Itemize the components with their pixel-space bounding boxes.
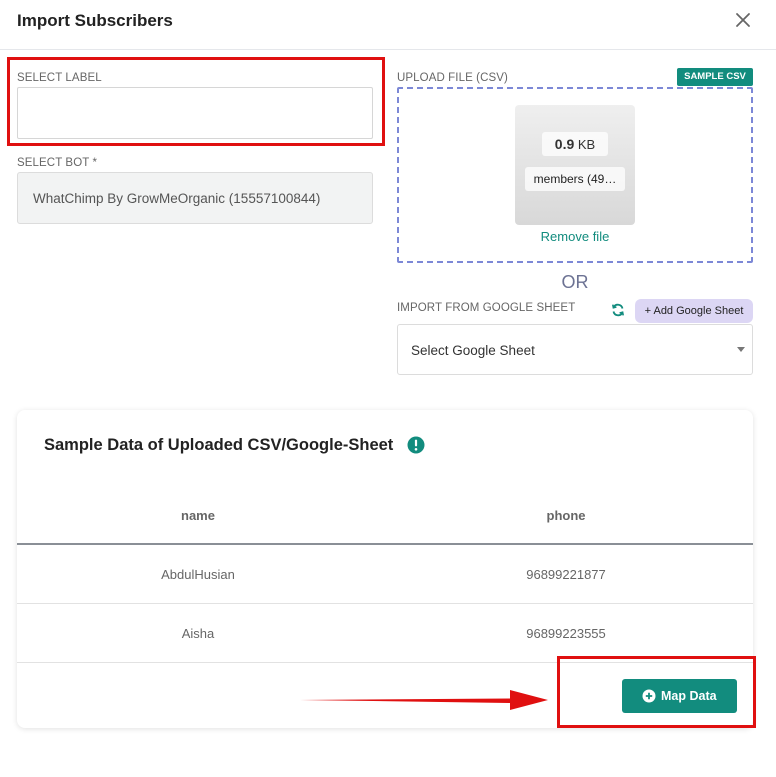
google-sheet-select[interactable]: Select Google Sheet — [397, 324, 753, 375]
file-name: members (49… — [525, 167, 625, 191]
plus-circle-icon — [642, 689, 656, 703]
select-label-input[interactable] — [17, 87, 373, 139]
column-header-name: name — [181, 508, 215, 523]
file-dropzone[interactable]: 0.9 KB members (49… Remove file — [397, 87, 753, 263]
dialog-title: Import Subscribers — [17, 11, 173, 30]
sample-data-card: Sample Data of Uploaded CSV/Google-Sheet… — [17, 410, 753, 728]
dialog-header: Import Subscribers — [0, 0, 776, 50]
google-sheet-caption: IMPORT FROM GOOGLE SHEET — [397, 302, 576, 314]
cell-phone: 96899221877 — [526, 567, 606, 582]
google-sheet-select-value: Select Google Sheet — [411, 343, 535, 358]
table-header-divider — [17, 543, 753, 545]
select-bot-caption: SELECT BOT * — [17, 157, 98, 169]
sample-csv-button[interactable]: SAMPLE CSV — [677, 68, 753, 86]
caret-down-icon — [737, 347, 745, 352]
select-bot-field[interactable]: WhatChimp By GrowMeOrganic (15557100844) — [17, 172, 373, 224]
row-divider — [17, 662, 753, 663]
select-label-caption: SELECT LABEL — [17, 72, 102, 84]
upload-file-caption: UPLOAD FILE (CSV) — [397, 72, 508, 84]
info-icon[interactable] — [407, 436, 425, 454]
file-size: 0.9 KB — [542, 132, 608, 156]
add-google-sheet-button[interactable]: + Add Google Sheet — [635, 299, 753, 323]
refresh-icon[interactable] — [611, 303, 625, 317]
cell-name: AbdulHusian — [161, 567, 235, 582]
or-divider: OR — [561, 272, 589, 292]
cell-name: Aisha — [181, 626, 215, 641]
file-preview: 0.9 KB members (49… — [515, 105, 635, 225]
remove-file-link[interactable]: Remove file — [399, 229, 751, 244]
column-header-phone: phone — [546, 508, 586, 523]
file-size-unit: KB — [577, 137, 596, 152]
cell-phone: 96899223555 — [526, 626, 606, 641]
close-icon[interactable] — [732, 9, 754, 31]
row-divider — [17, 603, 753, 604]
file-size-value: 0.9 — [554, 136, 575, 152]
map-data-label: Map Data — [661, 689, 717, 703]
map-data-button[interactable]: Map Data — [622, 679, 737, 713]
sample-data-title: Sample Data of Uploaded CSV/Google-Sheet — [44, 436, 394, 454]
